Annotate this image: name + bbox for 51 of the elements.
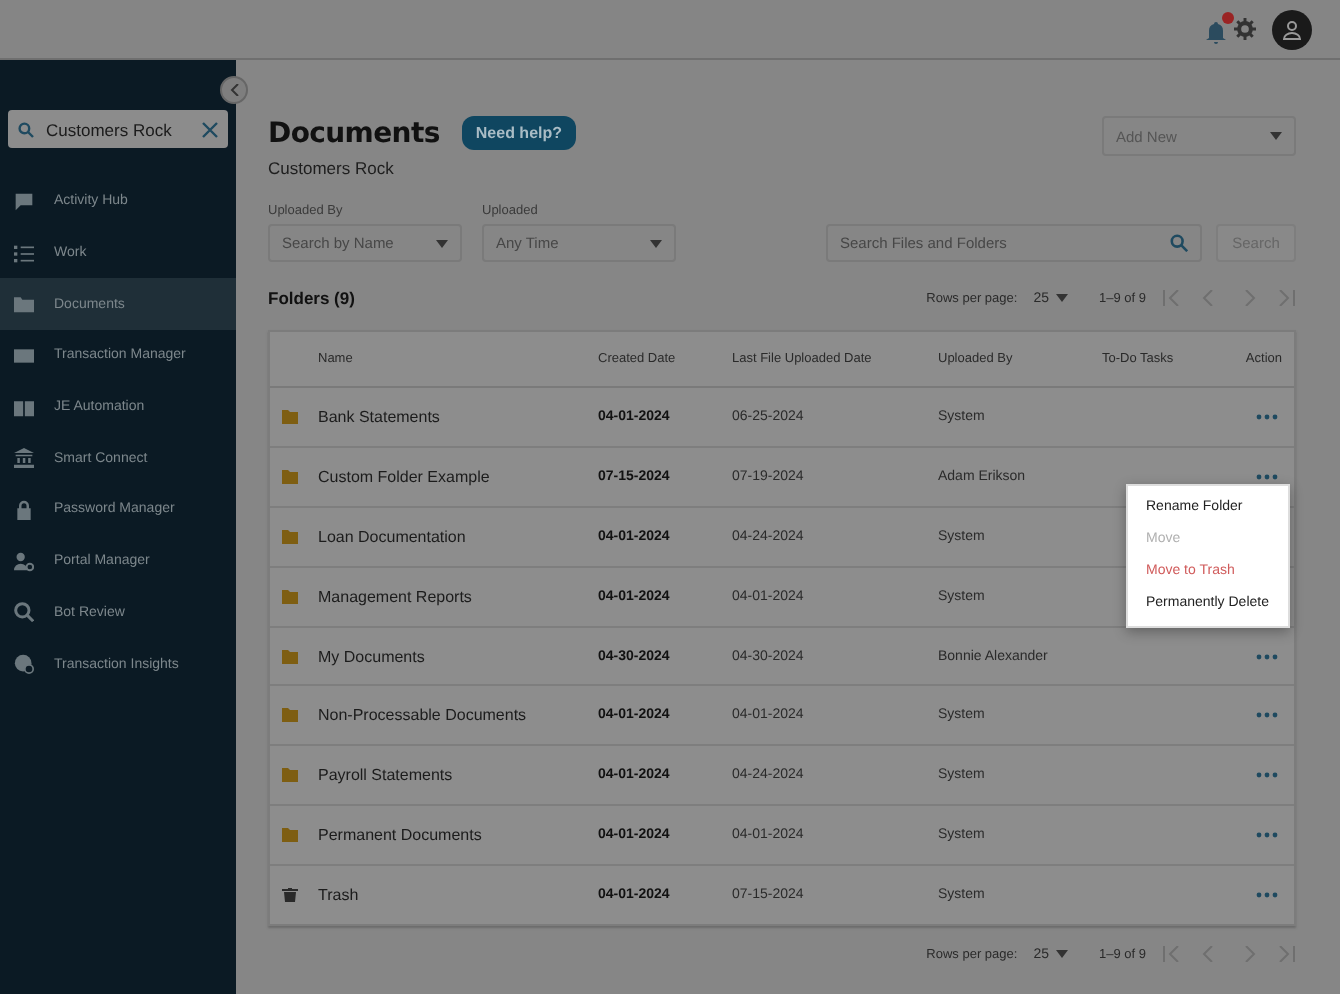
more-options-icon[interactable] xyxy=(1256,653,1278,659)
clear-icon[interactable] xyxy=(202,121,218,137)
more-options-icon[interactable] xyxy=(1256,832,1278,839)
chat-icon xyxy=(14,191,34,212)
search-icon[interactable] xyxy=(1170,234,1188,252)
folder-name[interactable]: Loan Documentation xyxy=(318,527,598,546)
caret-icon xyxy=(436,239,448,247)
folder-icon xyxy=(282,768,298,783)
collapse-sidebar-button[interactable] xyxy=(220,76,248,104)
book-icon xyxy=(14,397,34,418)
more-options-icon[interactable] xyxy=(1256,772,1278,779)
caret-icon xyxy=(1055,294,1067,302)
search-icon xyxy=(18,121,34,137)
bank-icon xyxy=(14,448,34,469)
user-gear-icon xyxy=(14,551,34,572)
more-options-icon[interactable] xyxy=(1256,413,1278,420)
user-avatar-icon[interactable] xyxy=(1272,9,1312,49)
folder-name[interactable]: Custom Folder Example xyxy=(318,467,598,486)
folder-icon xyxy=(282,529,298,544)
folder-icon xyxy=(282,708,298,723)
caret-icon xyxy=(650,239,662,247)
folder-name[interactable]: Bank Statements xyxy=(318,407,598,426)
trash-icon xyxy=(282,888,298,903)
settings-icon[interactable] xyxy=(1234,18,1256,40)
folder-icon xyxy=(282,828,298,843)
list-icon xyxy=(14,243,34,264)
chevron-left-icon xyxy=(229,84,239,96)
folder-name[interactable]: Non-Processable Documents xyxy=(318,706,598,725)
more-options-icon[interactable] xyxy=(1256,892,1278,899)
page-title: Documents xyxy=(268,117,440,149)
page-subtitle: Customers Rock xyxy=(268,158,396,178)
lock-icon xyxy=(14,499,34,520)
folder-icon xyxy=(282,589,298,604)
card-icon xyxy=(14,345,34,366)
more-options-icon[interactable] xyxy=(1256,712,1278,719)
folder-icon xyxy=(14,294,34,315)
folder-icon xyxy=(282,649,298,663)
folder-icon xyxy=(282,469,298,484)
folder-name[interactable]: Payroll Statements xyxy=(318,766,598,785)
folders-heading: Folders (9) xyxy=(268,288,355,308)
more-options-icon[interactable] xyxy=(1256,473,1278,480)
folder-name[interactable]: My Documents xyxy=(318,647,598,665)
help-button[interactable]: Need help? xyxy=(461,116,577,150)
folder-name[interactable]: Permanent Documents xyxy=(318,826,598,845)
sidebar-search-field[interactable]: Customers Rock xyxy=(8,110,228,148)
folder-name[interactable]: Management Reports xyxy=(318,587,598,606)
folder-icon xyxy=(282,409,298,424)
folder-name[interactable]: Trash xyxy=(318,886,598,905)
caret-icon xyxy=(1270,132,1282,140)
caret-icon xyxy=(1055,950,1067,959)
search-icon xyxy=(14,602,34,623)
